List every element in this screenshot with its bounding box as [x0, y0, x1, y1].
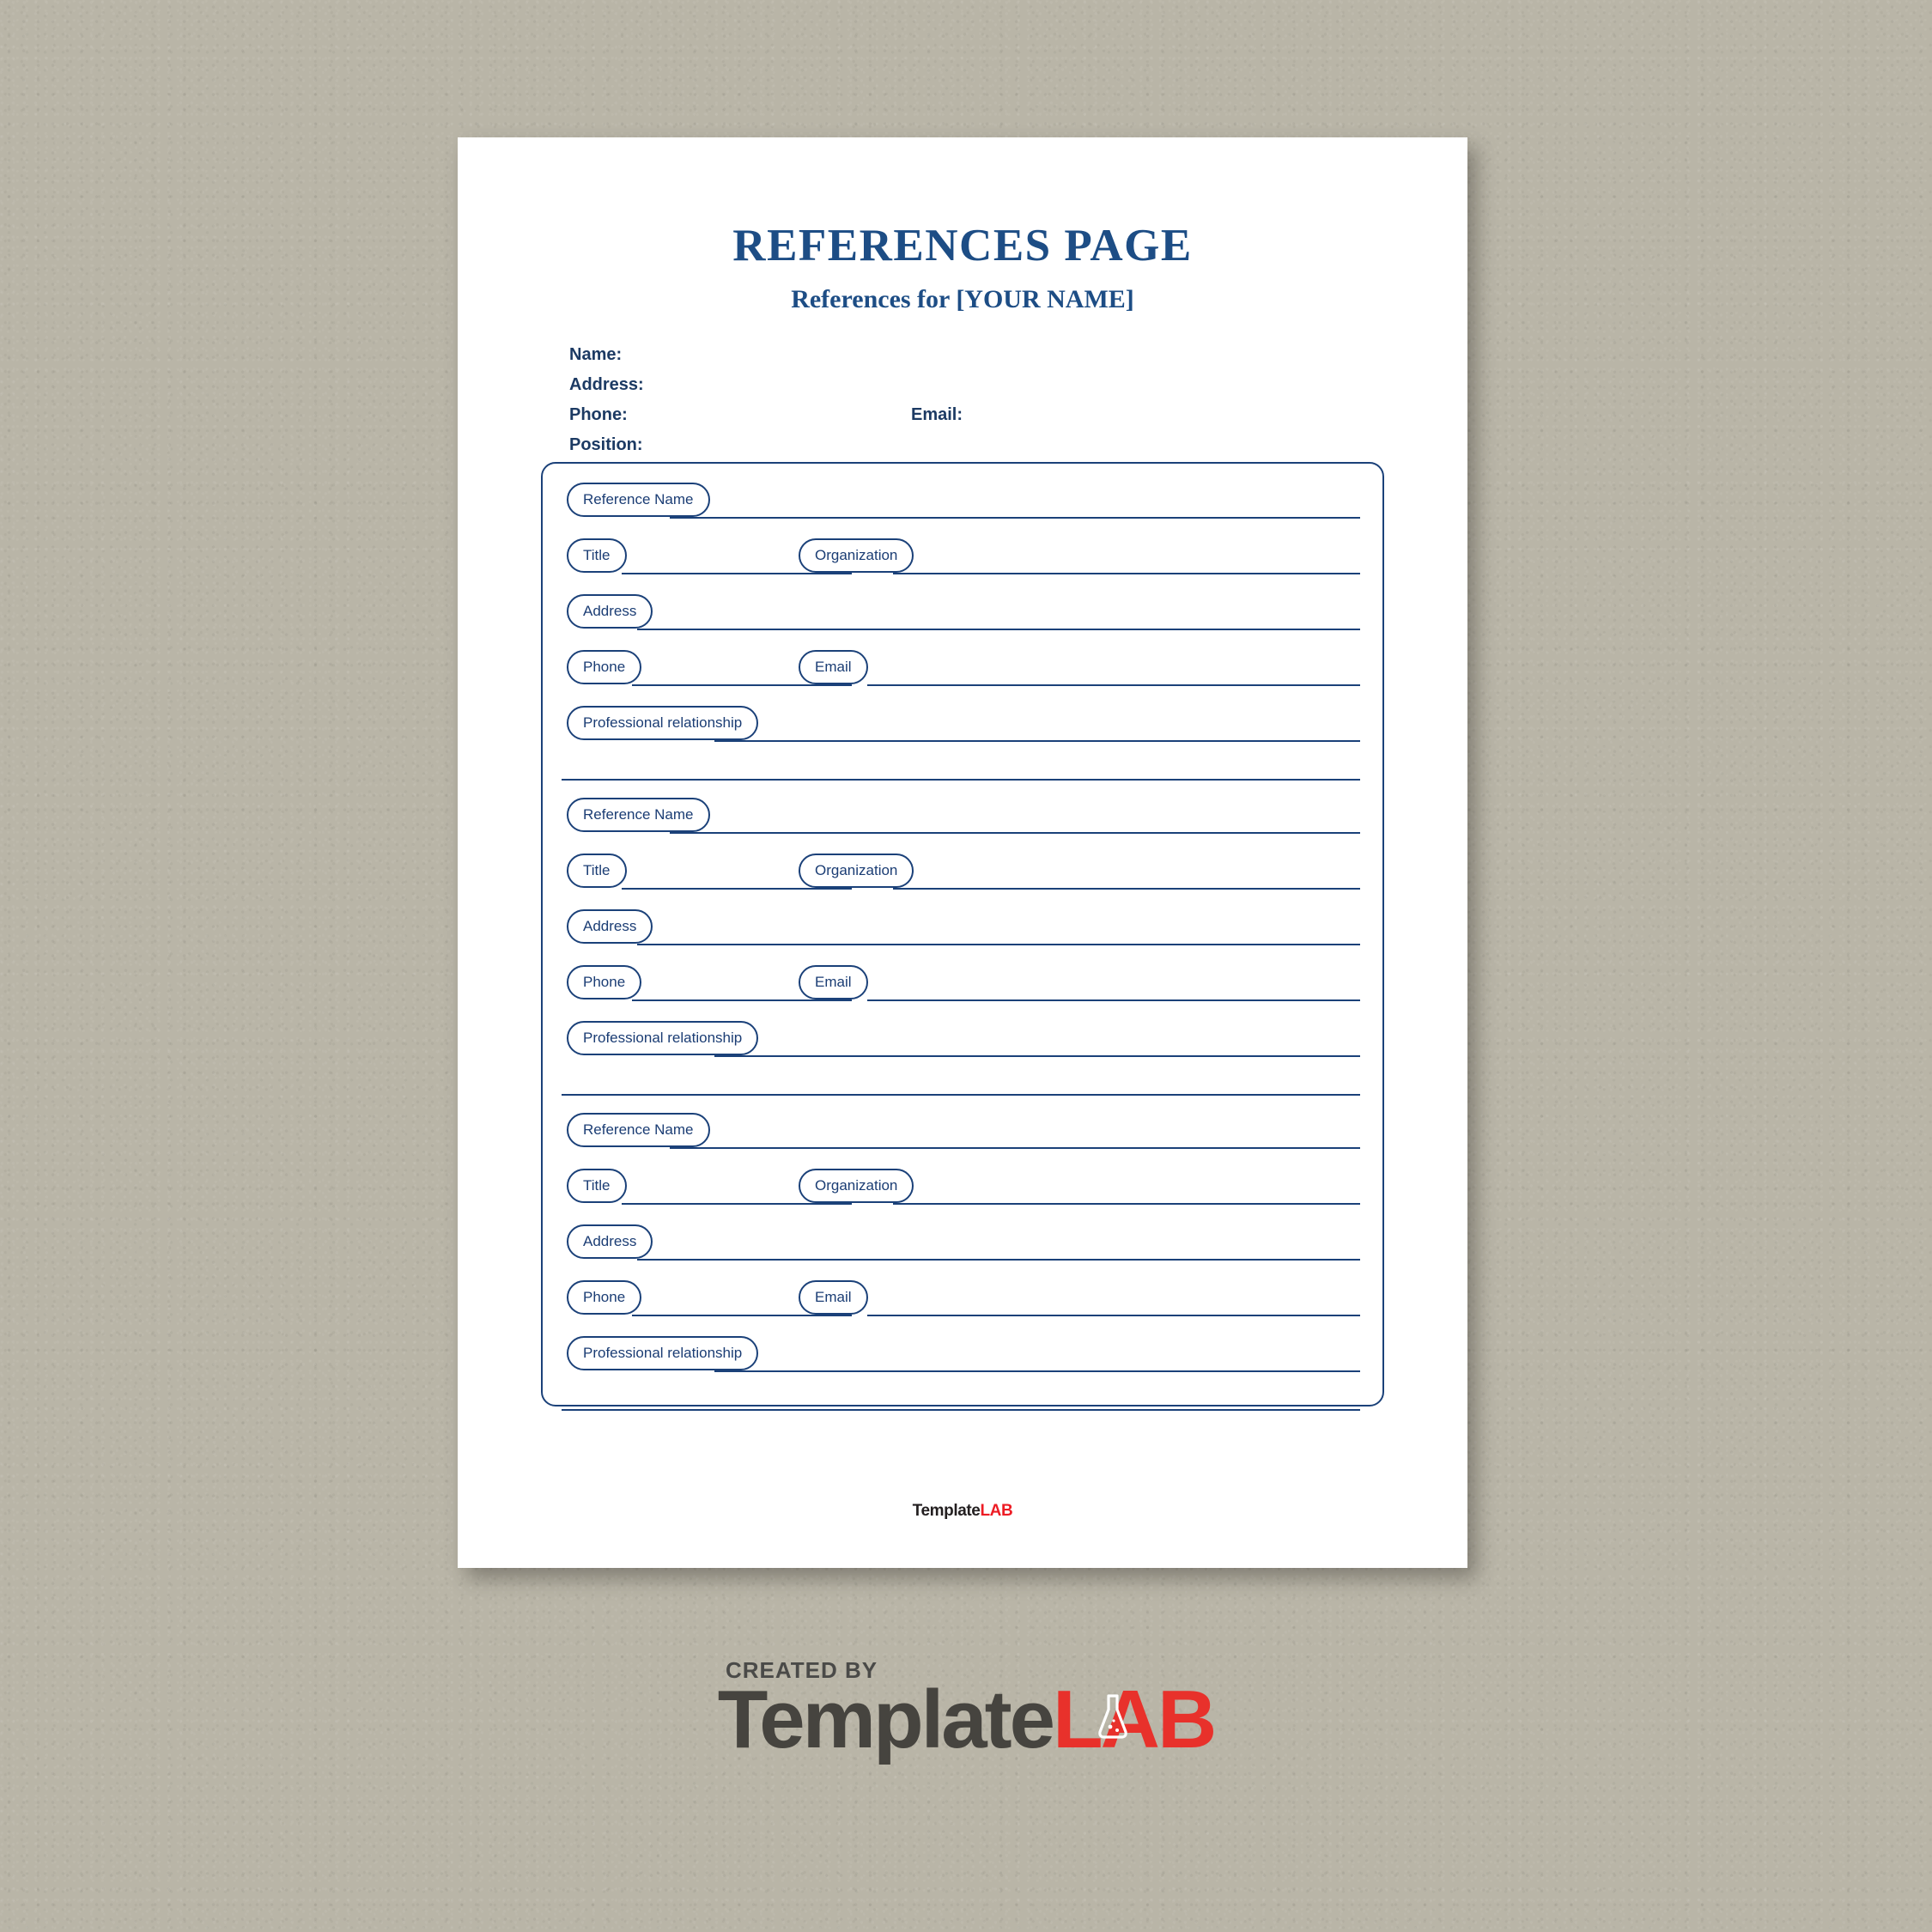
title-input[interactable]	[622, 573, 852, 574]
organization-label: Organization	[799, 538, 914, 573]
reference-name-input[interactable]	[670, 832, 1360, 834]
professional-relationship-label: Professional relationship	[567, 1336, 759, 1370]
reference-name-label: Reference Name	[567, 483, 710, 517]
professional-relationship-continuation-input[interactable]	[562, 779, 1360, 781]
watermark-brand-lab-l: L	[1053, 1674, 1103, 1765]
page-footer-brand-lab: LAB	[980, 1502, 1013, 1520]
title-label: Title	[567, 854, 627, 888]
watermark-brand-lab-b: B	[1157, 1674, 1217, 1765]
reference-name-label: Reference Name	[567, 1113, 710, 1147]
watermark-brand-template: Template	[717, 1674, 1055, 1765]
title-input[interactable]	[622, 1203, 852, 1205]
title-input[interactable]	[622, 888, 852, 890]
flask-icon	[1098, 1694, 1127, 1739]
applicant-position-label: Position:	[569, 435, 643, 454]
applicant-position-row: Position:	[569, 430, 1467, 460]
phone-label: Phone	[567, 965, 642, 999]
reference-name-row: Reference Name	[543, 483, 1382, 538]
watermark-brand-lab: LAB	[1053, 1679, 1217, 1761]
reference-block: Reference Name Title Organization Addres…	[543, 483, 1382, 798]
professional-relationship-input[interactable]	[714, 740, 1360, 742]
title-organization-row: Title Organization	[543, 538, 1382, 594]
references-form-container: Reference Name Title Organization Addres…	[541, 462, 1384, 1411]
organization-input[interactable]	[893, 573, 1360, 574]
address-input[interactable]	[637, 629, 1360, 630]
applicant-address-row: Address:	[569, 370, 1467, 400]
address-label: Address	[567, 594, 653, 629]
title-label: Title	[567, 538, 627, 573]
phone-email-row: Phone Email	[543, 965, 1382, 1021]
address-input[interactable]	[637, 1259, 1360, 1261]
applicant-name-label: Name:	[569, 345, 623, 364]
phone-label: Phone	[567, 1280, 642, 1315]
applicant-info-block: Name: Address: Phone: Email: Position:	[458, 340, 1467, 460]
organization-input[interactable]	[893, 888, 1360, 890]
applicant-phone-label: Phone:	[569, 405, 628, 424]
organization-label: Organization	[799, 1169, 914, 1203]
reference-name-label: Reference Name	[567, 798, 710, 832]
address-label: Address	[567, 909, 653, 944]
address-row: Address	[543, 1224, 1382, 1280]
document-page: REFERENCES PAGE References for [YOUR NAM…	[458, 137, 1467, 1568]
applicant-phone-email-row: Phone: Email:	[569, 400, 1467, 430]
title-label: Title	[567, 1169, 627, 1203]
phone-input[interactable]	[632, 999, 852, 1001]
title-organization-row: Title Organization	[543, 1169, 1382, 1224]
professional-relationship-continuation-input[interactable]	[562, 1409, 1360, 1411]
address-label: Address	[567, 1224, 653, 1259]
reference-name-input[interactable]	[670, 1147, 1360, 1149]
phone-input[interactable]	[632, 1315, 852, 1316]
reference-name-row: Reference Name	[543, 1113, 1382, 1169]
email-label: Email	[799, 1280, 868, 1315]
email-label: Email	[799, 650, 868, 684]
professional-relationship-row: Professional relationship	[543, 1336, 1382, 1392]
organization-input[interactable]	[893, 1203, 1360, 1205]
professional-relationship-label: Professional relationship	[567, 1021, 759, 1055]
address-row: Address	[543, 594, 1382, 650]
email-input[interactable]	[867, 1315, 1360, 1316]
reference-name-input[interactable]	[670, 517, 1360, 519]
page-footer-logo: TemplateLAB	[458, 1502, 1467, 1521]
email-input[interactable]	[867, 999, 1360, 1001]
professional-relationship-continuation-row	[543, 1077, 1382, 1113]
created-by-watermark: CREATED BY TemplateLAB	[0, 1657, 1932, 1761]
professional-relationship-row: Professional relationship	[543, 1021, 1382, 1077]
email-label: Email	[799, 965, 868, 999]
applicant-name-row: Name:	[569, 340, 1467, 370]
reference-block: Reference Name Title Organization Addres…	[543, 798, 1382, 1113]
page-title: REFERENCES PAGE	[732, 221, 1193, 270]
applicant-email-label: Email:	[911, 405, 963, 424]
professional-relationship-label: Professional relationship	[567, 706, 759, 740]
professional-relationship-input[interactable]	[714, 1370, 1360, 1372]
professional-relationship-continuation-row	[543, 762, 1382, 798]
reference-block: Reference Name Title Organization Addres…	[543, 1113, 1382, 1428]
professional-relationship-continuation-row	[543, 1392, 1382, 1428]
phone-input[interactable]	[632, 684, 852, 686]
organization-label: Organization	[799, 854, 914, 888]
address-input[interactable]	[637, 944, 1360, 945]
professional-relationship-continuation-input[interactable]	[562, 1094, 1360, 1096]
address-row: Address	[543, 909, 1382, 965]
email-input[interactable]	[867, 684, 1360, 686]
phone-email-row: Phone Email	[543, 650, 1382, 706]
watermark-logo: TemplateLAB	[718, 1679, 1218, 1761]
page-subtitle: References for [YOUR NAME]	[791, 285, 1134, 313]
phone-label: Phone	[567, 650, 642, 684]
phone-email-row: Phone Email	[543, 1280, 1382, 1336]
title-organization-row: Title Organization	[543, 854, 1382, 909]
reference-name-row: Reference Name	[543, 798, 1382, 854]
professional-relationship-input[interactable]	[714, 1055, 1360, 1057]
applicant-address-label: Address:	[569, 375, 644, 394]
page-footer-brand-template: Template	[912, 1502, 981, 1520]
professional-relationship-row: Professional relationship	[543, 706, 1382, 762]
